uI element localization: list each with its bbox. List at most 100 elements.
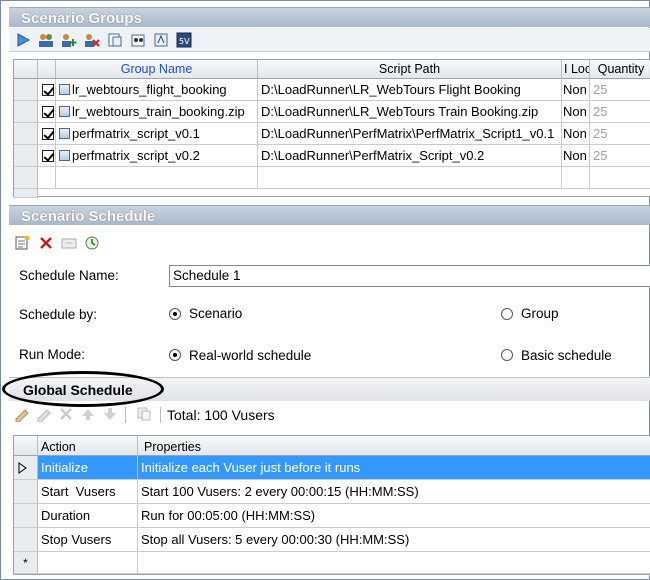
schedule-by-label: Schedule by:	[19, 307, 98, 322]
schedule-settings-icon[interactable]	[83, 234, 101, 252]
row-header	[14, 101, 38, 123]
empty-cell[interactable]	[258, 167, 562, 189]
group-name-cell[interactable]: lr_webtours_flight_booking	[56, 79, 258, 101]
remove-group-icon[interactable]	[83, 31, 101, 49]
new-action-cell[interactable]	[38, 552, 138, 574]
load-generator-cell[interactable]: Non	[562, 123, 590, 145]
scenario-groups-grid: Group Name Script Path I Loc Quantity lr…	[13, 59, 650, 198]
action-cell[interactable]: Start Vusers	[38, 480, 138, 504]
script-icon[interactable]	[152, 31, 170, 49]
run-mode-basic-radio[interactable]	[501, 349, 513, 361]
row-header	[14, 189, 38, 198]
row-header	[14, 79, 38, 101]
script-file-icon	[59, 150, 70, 161]
schedule-name-label: Schedule Name:	[19, 268, 119, 283]
properties-cell[interactable]: Initialize each Vuser just before it run…	[138, 456, 650, 480]
schedule-name-input[interactable]: Schedule 1	[169, 265, 650, 287]
toolbar-separator	[160, 407, 161, 423]
empty-cell[interactable]	[38, 167, 56, 189]
empty-cell[interactable]	[590, 167, 650, 189]
quantity-cell[interactable]: 25	[590, 101, 650, 123]
grid-corner	[14, 60, 38, 79]
load-generator-cell[interactable]: Non	[562, 101, 590, 123]
action-cell[interactable]: Stop Vusers	[38, 528, 138, 552]
script-path-cell[interactable]: D:\LoadRunner\LR_WebTours Train Booking.…	[258, 101, 562, 123]
edit-action-icon[interactable]	[13, 405, 31, 423]
quantity-column-header[interactable]: Quantity	[590, 60, 650, 79]
scenario-groups-title: Scenario Groups	[21, 10, 142, 27]
group-name-cell[interactable]: perfmatrix_script_v0.1	[56, 123, 258, 145]
empty-cell[interactable]	[56, 167, 258, 189]
vuser-group-icon[interactable]	[37, 31, 55, 49]
add-action-icon[interactable]	[35, 405, 53, 423]
play-icon[interactable]	[14, 31, 32, 49]
move-up-icon[interactable]	[79, 405, 97, 423]
schedule-by-scenario-label[interactable]: Scenario	[189, 306, 242, 321]
load-generator-cell[interactable]: Non	[562, 145, 590, 167]
new-row-marker: *	[14, 552, 38, 574]
move-down-icon[interactable]	[101, 405, 119, 423]
loadrunner-controller-window: Scenario Groups 5V Group Name Script Pat…	[0, 0, 650, 580]
scenario-groups-toolbar: 5V	[9, 28, 650, 52]
new-properties-cell[interactable]	[138, 552, 650, 574]
quantity-cell[interactable]: 25	[590, 123, 650, 145]
quantity-cell[interactable]: 25	[590, 145, 650, 167]
group-enabled-checkbox[interactable]	[38, 101, 56, 123]
delete-icon[interactable]	[37, 234, 55, 252]
group-name-cell[interactable]: lr_webtours_train_booking.zip	[56, 101, 258, 123]
row-header	[14, 504, 38, 528]
properties-column-header[interactable]: Properties	[138, 436, 650, 456]
global-schedule-grid: Action Properties Initialize Initialize …	[13, 435, 650, 575]
rename-icon[interactable]	[60, 234, 78, 252]
script-path-column-header[interactable]: Script Path	[258, 60, 562, 79]
scenario-groups-header: Scenario Groups	[9, 7, 650, 27]
script-path-cell[interactable]: D:\LoadRunner\PerfMatrix\PerfMatrix_Scri…	[258, 123, 562, 145]
total-vusers-label: Total: 100 Vusers	[167, 407, 275, 423]
properties-cell[interactable]: Run for 00:05:00 (HH:MM:SS)	[138, 504, 650, 528]
script-path-cell[interactable]: D:\LoadRunner\PerfMatrix_Script_v0.2	[258, 145, 562, 167]
scenario-schedule-header: Scenario Schedule	[9, 205, 650, 225]
add-group-icon[interactable]	[60, 31, 78, 49]
script-file-icon	[59, 128, 70, 139]
details-icon[interactable]	[106, 31, 124, 49]
group-enabled-checkbox[interactable]	[38, 145, 56, 167]
script-path-cell[interactable]: D:\LoadRunner\LR_WebTours Flight Booking	[258, 79, 562, 101]
global-schedule-toolbar	[13, 405, 163, 425]
new-schedule-icon[interactable]	[13, 234, 31, 252]
run-mode-basic-label[interactable]: Basic schedule	[521, 348, 612, 363]
row-header	[14, 528, 38, 552]
group-name-column-header[interactable]: Group Name	[56, 60, 258, 79]
schedule-by-group-label[interactable]: Group	[521, 306, 559, 321]
copy-action-icon[interactable]	[135, 405, 153, 423]
check-column-header	[38, 60, 56, 79]
row-header	[14, 480, 38, 504]
row-header	[14, 145, 38, 167]
vusers-icon[interactable]: 5V	[175, 31, 193, 49]
row-header	[14, 123, 38, 145]
action-cell[interactable]: Initialize	[38, 456, 138, 480]
group-enabled-checkbox[interactable]	[38, 123, 56, 145]
delete-action-icon[interactable]	[57, 405, 75, 423]
properties-cell[interactable]: Stop all Vusers: 5 every 00:00:30 (HH:MM…	[138, 528, 650, 552]
quantity-cell[interactable]: 25	[590, 79, 650, 101]
empty-cell[interactable]	[562, 167, 590, 189]
row-header	[14, 167, 38, 189]
highlight-ellipse	[2, 371, 164, 407]
scenario-schedule-title: Scenario Schedule	[21, 208, 156, 225]
schedule-by-scenario-radio[interactable]	[169, 308, 181, 320]
run-mode-real-world-radio[interactable]	[169, 349, 181, 361]
svg-text:5V: 5V	[179, 37, 190, 46]
group-name-cell[interactable]: perfmatrix_script_v0.2	[56, 145, 258, 167]
load-generator-cell[interactable]: Non	[562, 79, 590, 101]
run-mode-label: Run Mode:	[19, 347, 86, 362]
action-cell[interactable]: Duration	[38, 504, 138, 528]
run-mode-real-world-label[interactable]: Real-world schedule	[189, 348, 311, 363]
load-generator-column-header[interactable]: I Loc	[562, 60, 590, 79]
group-enabled-checkbox[interactable]	[38, 79, 56, 101]
runtime-settings-icon[interactable]	[129, 31, 147, 49]
properties-cell[interactable]: Start 100 Vusers: 2 every 00:00:15 (HH:M…	[138, 480, 650, 504]
schedule-by-group-radio[interactable]	[501, 308, 513, 320]
action-column-header[interactable]: Action	[38, 436, 138, 456]
script-file-icon	[59, 106, 70, 117]
grid-corner	[14, 436, 38, 456]
